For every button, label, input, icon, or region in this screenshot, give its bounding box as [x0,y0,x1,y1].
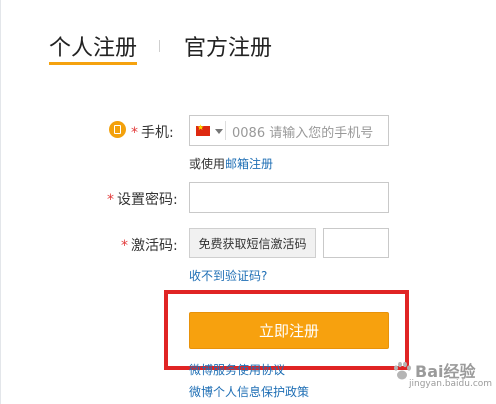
privacy-policy-link[interactable]: 微博个人信息保护政策 [189,383,309,400]
baidu-jingyan-watermark: Bai经验 jingyan.baidu.com [381,356,492,396]
phone-label: * 手机: [131,125,174,141]
tab-personal-register[interactable]: 个人注册 [49,30,137,62]
get-sms-code-button[interactable]: 免费获取短信激活码 [189,228,316,258]
tab-divider [159,40,160,52]
phone-input[interactable]: ★ 0086 请输入您的手机号 [189,115,389,146]
alt-register-text: 或使用邮箱注册 [189,157,274,171]
no-code-link[interactable]: 收不到验证码? [189,267,267,284]
chevron-down-icon[interactable] [215,129,223,134]
register-now-button[interactable]: 立即注册 [189,312,389,349]
password-input[interactable] [189,182,389,213]
activation-label: * 激活码: [121,238,178,254]
activation-code-input[interactable] [323,228,389,258]
password-label: * 设置密码: [107,192,178,208]
email-register-link[interactable]: 邮箱注册 [225,157,273,171]
phone-placeholder: 0086 请输入您的手机号 [232,126,374,141]
tab-official-register[interactable]: 官方注册 [184,30,272,62]
china-flag-icon[interactable]: ★ [196,123,210,136]
service-agreement-link[interactable]: 微博服务使用协议 [189,361,285,378]
register-card: 个人注册 官方注册 * 手机: ★ 0086 请输入您的手机号 或使用邮箱注册 *… [0,0,496,404]
phone-icon [109,121,126,138]
active-tab-underline [49,62,137,65]
